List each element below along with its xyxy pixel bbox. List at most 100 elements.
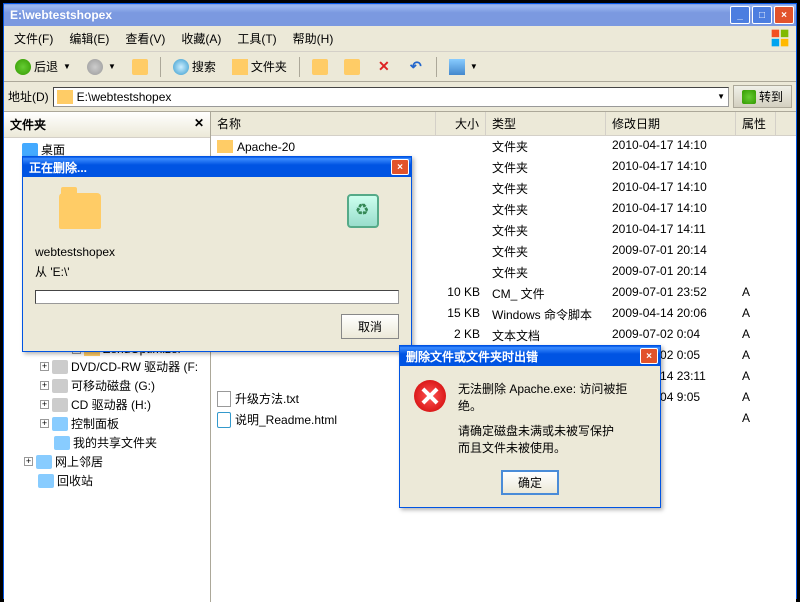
deleting-dialog: 正在删除... × webtestshopex 从 'E:\' 取消 (22, 156, 412, 352)
maximize-button[interactable]: □ (752, 6, 772, 24)
chevron-down-icon[interactable]: ▼ (717, 92, 725, 101)
drive-icon (52, 360, 68, 374)
txt-icon (217, 391, 231, 407)
titlebar[interactable]: E:\webtestshopex _ □ × (4, 4, 796, 26)
deleting-title: 正在删除... (29, 159, 87, 176)
close-button[interactable]: × (774, 6, 794, 24)
back-button[interactable]: 后退▼ (8, 55, 78, 78)
move-icon (344, 59, 360, 75)
folder-icon (59, 193, 101, 229)
address-label: 地址(D) (8, 88, 49, 105)
html-icon (217, 412, 231, 428)
deleting-titlebar[interactable]: 正在删除... × (23, 157, 411, 177)
tree-label: 回收站 (57, 472, 93, 489)
menu-file[interactable]: 文件(F) (8, 28, 59, 49)
move-to-button[interactable] (337, 56, 367, 78)
error-dialog: 删除文件或文件夹时出错 × 无法删除 Apache.exe: 访问被拒绝。 请确… (399, 345, 661, 508)
special-icon (52, 417, 68, 431)
expand-toggle[interactable]: + (40, 362, 49, 371)
up-button[interactable] (125, 56, 155, 78)
col-type[interactable]: 类型 (486, 112, 606, 135)
folders-button[interactable]: 文件夹 (225, 55, 294, 78)
progress-bar (35, 290, 399, 304)
error-titlebar[interactable]: 删除文件或文件夹时出错 × (400, 346, 660, 366)
tree-node[interactable]: + CD 驱动器 (H:) (4, 395, 210, 414)
views-icon (449, 59, 465, 75)
tree-label: 网上邻居 (55, 453, 103, 470)
col-date[interactable]: 修改日期 (606, 112, 736, 135)
tree-node[interactable]: + 控制面板 (4, 414, 210, 433)
undo-icon: ↶ (408, 59, 424, 75)
menu-help[interactable]: 帮助(H) (287, 28, 340, 49)
col-attr[interactable]: 属性 (736, 112, 776, 135)
ok-button[interactable]: 确定 (501, 470, 559, 495)
tree-label: CD 驱动器 (H:) (71, 396, 151, 413)
error-line1: 无法删除 Apache.exe: 访问被拒绝。 (458, 380, 646, 414)
drive-icon (52, 398, 68, 412)
error-title: 删除文件或文件夹时出错 (406, 348, 538, 365)
tree-label: 控制面板 (71, 415, 119, 432)
deleting-source: 从 'E:\' (35, 263, 399, 280)
addressbar: 地址(D) E:\webtestshopex ▼ 转到 (4, 82, 796, 112)
folder-icon (57, 90, 73, 104)
folder-icon (217, 140, 233, 153)
expand-toggle[interactable]: + (40, 419, 49, 428)
cancel-button[interactable]: 取消 (341, 314, 399, 339)
close-panel-button[interactable]: ✕ (194, 116, 204, 133)
delete-x-icon: ✕ (376, 59, 392, 75)
desktop-icon (22, 143, 38, 157)
tree-node[interactable]: + 可移动磁盘 (G:) (4, 376, 210, 395)
menu-favorites[interactable]: 收藏(A) (175, 28, 227, 49)
views-button[interactable]: ▼ (442, 56, 485, 78)
menu-edit[interactable]: 编辑(E) (63, 28, 115, 49)
deleting-body: webtestshopex 从 'E:\' 取消 (23, 177, 411, 351)
go-icon (742, 90, 756, 104)
chevron-down-icon: ▼ (63, 62, 71, 71)
menu-view[interactable]: 查看(V) (119, 28, 171, 49)
go-button[interactable]: 转到 (733, 85, 792, 108)
tree-node[interactable]: 我的共享文件夹 (4, 433, 210, 452)
close-error-button[interactable]: × (640, 348, 658, 364)
chevron-down-icon: ▼ (108, 62, 116, 71)
expand-toggle[interactable]: + (40, 400, 49, 409)
chevron-down-icon: ▼ (470, 62, 478, 71)
forward-icon (87, 59, 103, 75)
delete-button[interactable]: ✕ (369, 56, 399, 78)
tree-label: 我的共享文件夹 (73, 434, 157, 451)
special-icon (36, 455, 52, 469)
address-input[interactable]: E:\webtestshopex ▼ (53, 87, 729, 107)
toolbar: 后退▼ ▼ 搜索 文件夹 ✕ ↶ ▼ (4, 52, 796, 82)
special-icon (54, 436, 70, 450)
tree-node[interactable]: + DVD/CD-RW 驱动器 (F: (4, 357, 210, 376)
drive-icon (52, 379, 68, 393)
special-icon (38, 474, 54, 488)
copy-to-button[interactable] (305, 56, 335, 78)
tree-label: 可移动磁盘 (G:) (71, 377, 155, 394)
close-dialog-button[interactable]: × (391, 159, 409, 175)
list-header[interactable]: 名称 大小 类型 修改日期 属性 (211, 112, 796, 136)
tree-node[interactable]: 回收站 (4, 471, 210, 490)
error-line2: 请确定磁盘未满或未被写保护 (458, 422, 646, 439)
window-title: E:\webtestshopex (10, 8, 112, 22)
forward-button[interactable]: ▼ (80, 56, 123, 78)
tree-node[interactable]: + 网上邻居 (4, 452, 210, 471)
search-button[interactable]: 搜索 (166, 55, 223, 78)
undo-button[interactable]: ↶ (401, 56, 431, 78)
col-size[interactable]: 大小 (436, 112, 486, 135)
expand-toggle[interactable]: + (40, 381, 49, 390)
error-icon (414, 380, 446, 412)
minimize-button[interactable]: _ (730, 6, 750, 24)
address-path: E:\webtestshopex (77, 90, 172, 104)
menu-tools[interactable]: 工具(T) (231, 28, 282, 49)
file-row[interactable]: Apache-20文件夹2010-04-17 14:10 (211, 136, 796, 157)
copy-icon (312, 59, 328, 75)
windows-flag-icon (768, 28, 792, 48)
recycle-icon (347, 194, 379, 228)
expand-toggle[interactable]: + (24, 457, 33, 466)
tree-label: DVD/CD-RW 驱动器 (F: (71, 358, 198, 375)
error-line3: 而且文件未被使用。 (458, 439, 646, 456)
menubar: 文件(F) 编辑(E) 查看(V) 收藏(A) 工具(T) 帮助(H) (4, 26, 796, 52)
deleting-filename: webtestshopex (35, 245, 399, 259)
folders-icon (232, 59, 248, 75)
col-name[interactable]: 名称 (211, 112, 436, 135)
